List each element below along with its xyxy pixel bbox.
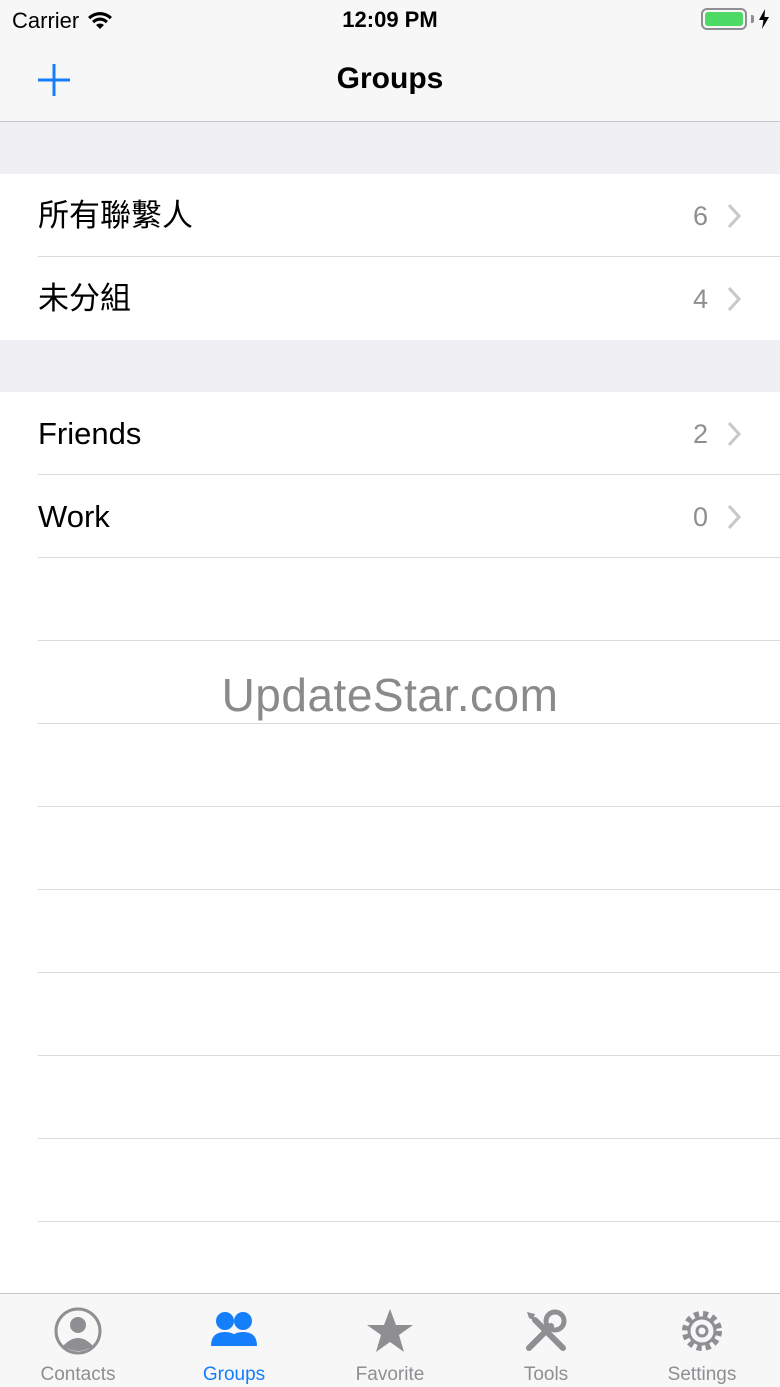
chevron-right-icon [727,421,742,447]
tab-label: Contacts [40,1364,116,1385]
section-gap [0,122,780,174]
group-row-ungrouped[interactable]: 未分組 4 [0,257,780,340]
row-separator [38,557,780,558]
group-count: 2 [692,419,708,449]
status-bar: Carrier 12:09 PM [0,0,780,40]
row-separator [38,1138,780,1139]
watermark: UpdateStar.com [221,669,559,721]
status-time: 12:09 PM [342,7,438,32]
row-separator [38,1221,780,1222]
row-separator [38,1055,780,1056]
charging-bolt-icon [759,9,769,29]
tab-label: Groups [202,1364,266,1385]
tab-label: Tools [523,1364,569,1385]
tools-icon [526,1309,567,1351]
group-name: 未分組 [38,281,131,316]
group-count: 0 [692,502,708,532]
person-circle-icon [54,1307,102,1355]
tab-contacts[interactable]: Contacts [0,1294,156,1387]
page-title: Groups [336,62,444,95]
tab-settings[interactable]: Settings [624,1294,780,1387]
row-separator [38,806,780,807]
chevron-right-icon [727,286,742,312]
row-separator [38,723,780,724]
tab-favorite[interactable]: Favorite [312,1294,468,1387]
group-row-all-contacts[interactable]: 所有聯繫人 6 [0,174,780,257]
gear-icon [682,1311,722,1351]
chevron-right-icon [727,203,742,229]
star-icon [367,1309,413,1352]
group-name: 所有聯繫人 [38,198,193,233]
row-separator [38,972,780,973]
section-gap [0,340,780,392]
navigation-bar: Groups [0,40,780,122]
group-row-friends[interactable]: Friends 2 [0,392,780,475]
tab-groups[interactable]: Groups [156,1294,312,1387]
row-separator [38,640,780,641]
row-separator [38,889,780,890]
battery-icon [701,8,747,30]
chevron-right-icon [727,504,742,530]
tab-tools[interactable]: Tools [468,1294,624,1387]
groups-icon [211,1312,257,1346]
battery-indicator [701,8,770,30]
tab-label: Favorite [355,1364,425,1385]
tab-bar: Contacts Groups Favorite Tools Settings [0,1293,780,1387]
group-name: Work [38,499,110,534]
group-name: Friends [38,416,142,451]
tab-label: Settings [667,1364,737,1385]
group-count: 6 [692,201,708,231]
group-count: 4 [692,284,708,314]
group-row-work[interactable]: Work 0 [0,475,780,558]
